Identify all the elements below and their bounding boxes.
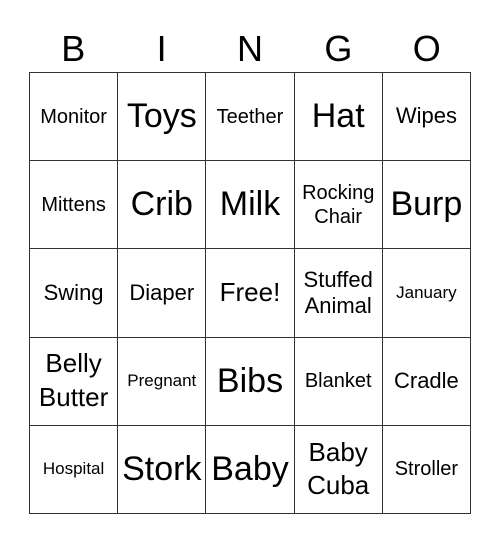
bingo-cell[interactable]: Rocking Chair — [294, 161, 383, 250]
bingo-cell[interactable]: Wipes — [382, 73, 471, 162]
bingo-cell[interactable]: Crib — [118, 161, 207, 250]
bingo-cell[interactable]: Free! — [206, 249, 295, 338]
bingo-cell[interactable]: Toys — [118, 73, 207, 162]
bingo-cell[interactable]: Hat — [294, 73, 383, 162]
bingo-cell[interactable]: Burp — [382, 161, 471, 250]
bingo-cell[interactable]: Milk — [206, 161, 295, 250]
bingo-cell[interactable]: Monitor — [30, 73, 119, 162]
bingo-cell[interactable]: Belly Butter — [30, 337, 119, 426]
bingo-cell[interactable]: Baby Cuba — [294, 425, 383, 514]
bingo-cell[interactable]: Bibs — [206, 337, 295, 426]
bingo-cell[interactable]: Pregnant — [118, 337, 207, 426]
bingo-cell[interactable]: Hospital — [30, 425, 119, 514]
header-letter-g: G — [324, 28, 353, 69]
bingo-cell[interactable]: Swing — [30, 249, 119, 338]
bingo-cell[interactable]: Mittens — [30, 161, 119, 250]
bingo-cell[interactable]: January — [382, 249, 471, 338]
bingo-cell[interactable]: Cradle — [382, 337, 471, 426]
header-letter-n: N — [236, 28, 263, 69]
bingo-cell[interactable]: Blanket — [294, 337, 383, 426]
bingo-cell[interactable]: Teether — [206, 73, 295, 162]
header-letter-i: I — [156, 28, 167, 69]
bingo-cell[interactable]: Stuffed Animal — [294, 249, 383, 338]
bingo-cell[interactable]: Stork — [118, 425, 207, 514]
bingo-cell[interactable]: Baby — [206, 425, 295, 514]
header-letter-b: B — [61, 28, 86, 69]
bingo-cell[interactable]: Stroller — [382, 425, 471, 514]
bingo-grid: Monitor Toys Teether Hat Wipes Mittens Crib Mil… — [29, 72, 471, 514]
bingo-cell[interactable]: Diaper — [118, 249, 207, 338]
header-letter-o: O — [412, 28, 441, 69]
bingo-header: B I N G O — [29, 26, 471, 72]
